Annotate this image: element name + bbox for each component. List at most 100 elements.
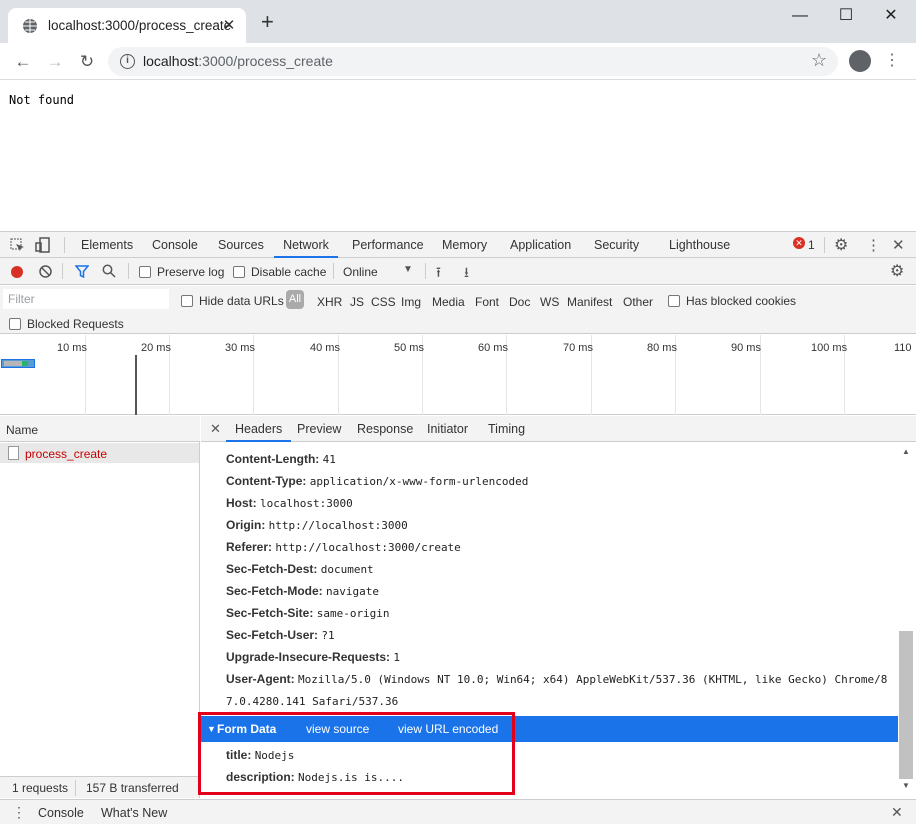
filter-type-css[interactable]: CSS bbox=[371, 295, 396, 309]
throttling-select[interactable]: Online bbox=[343, 265, 378, 279]
timeline-tick-label: 10 ms bbox=[57, 342, 87, 354]
maximize-icon[interactable]: ☐ bbox=[831, 4, 861, 28]
header-value: same-origin bbox=[316, 607, 390, 620]
header-row: Referer: http://localhost:3000/create bbox=[226, 540, 461, 554]
tab-network[interactable]: Network bbox=[274, 232, 338, 258]
highlight-annotation-box bbox=[198, 712, 515, 795]
has-blocked-cookies-checkbox[interactable] bbox=[668, 295, 680, 307]
request-row[interactable]: process_create bbox=[0, 443, 199, 463]
header-row: Sec-Fetch-Dest: document bbox=[226, 562, 374, 576]
tab-lighthouse[interactable]: Lighthouse bbox=[669, 232, 730, 258]
globe-icon bbox=[23, 19, 37, 33]
network-settings-gear-icon[interactable]: ⚙ bbox=[890, 261, 904, 281]
tab-elements[interactable]: Elements bbox=[81, 232, 133, 258]
header-row-continuation: 7.0.4280.141 Safari/537.36 bbox=[226, 694, 398, 708]
reload-icon[interactable]: ↻ bbox=[75, 50, 99, 74]
hide-data-urls-label: Hide data URLs bbox=[199, 294, 284, 308]
url-text: localhost:3000/process_create bbox=[143, 53, 333, 69]
close-detail-icon[interactable]: ✕ bbox=[210, 421, 221, 437]
tab-initiator[interactable]: Initiator bbox=[427, 416, 468, 442]
error-icon[interactable]: ✕ bbox=[793, 237, 805, 249]
close-drawer-icon[interactable]: ✕ bbox=[891, 804, 903, 821]
timeline-tick-label: 100 ms bbox=[811, 342, 848, 354]
header-name: Sec-Fetch-Mode: bbox=[226, 584, 323, 598]
network-status-bar: 1 requests 157 B transferred bbox=[0, 776, 200, 798]
tab-application[interactable]: Application bbox=[510, 232, 571, 258]
close-devtools-icon[interactable]: ✕ bbox=[892, 236, 905, 254]
filter-icon[interactable] bbox=[75, 265, 89, 278]
tab-security[interactable]: Security bbox=[594, 232, 639, 258]
forward-icon[interactable]: → bbox=[43, 50, 67, 74]
settings-gear-icon[interactable]: ⚙ bbox=[834, 235, 848, 255]
profile-avatar-icon[interactable] bbox=[849, 50, 871, 72]
clear-icon[interactable] bbox=[39, 265, 52, 278]
header-name: Sec-Fetch-User: bbox=[226, 628, 319, 642]
hide-data-urls-checkbox[interactable] bbox=[181, 295, 193, 307]
header-value: navigate bbox=[326, 585, 380, 598]
scroll-down-icon[interactable]: ▼ bbox=[902, 781, 910, 790]
new-tab-icon[interactable]: + bbox=[261, 11, 274, 33]
network-overview-timeline[interactable]: 10 ms 20 ms 30 ms 40 ms 50 ms 60 ms 70 m… bbox=[0, 335, 916, 415]
filter-type-js[interactable]: JS bbox=[350, 295, 364, 309]
drawer-tab-whats-new[interactable]: What's New bbox=[101, 800, 167, 824]
filter-type-font[interactable]: Font bbox=[475, 295, 499, 309]
address-bar[interactable]: i localhost:3000/process_create ☆ bbox=[108, 47, 838, 76]
tab-close-icon[interactable]: ✕ bbox=[220, 16, 238, 34]
drawer-tab-console[interactable]: Console bbox=[28, 800, 94, 824]
preserve-log-label: Preserve log bbox=[157, 265, 225, 279]
header-row: User-Agent: Mozilla/5.0 (Windows NT 10.0… bbox=[226, 672, 896, 686]
filter-bar: Filter Hide data URLs All XHR JS CSS Img… bbox=[0, 286, 916, 334]
tab-sources[interactable]: Sources bbox=[218, 232, 264, 258]
export-har-icon[interactable]: ⭳ bbox=[464, 262, 469, 286]
filter-input[interactable]: Filter bbox=[3, 289, 169, 309]
header-row: Content-Type: application/x-www-form-url… bbox=[226, 474, 528, 488]
filter-type-xhr[interactable]: XHR bbox=[317, 295, 342, 309]
tab-preview[interactable]: Preview bbox=[297, 416, 341, 442]
header-row: Host: localhost:3000 bbox=[226, 496, 353, 510]
detail-scrollbar[interactable] bbox=[899, 631, 913, 779]
header-row: Sec-Fetch-Mode: navigate bbox=[226, 584, 379, 598]
header-name: Origin: bbox=[226, 518, 266, 532]
back-icon[interactable]: ← bbox=[11, 50, 35, 74]
disable-cache-label: Disable cache bbox=[251, 265, 327, 279]
blocked-requests-checkbox[interactable] bbox=[9, 318, 21, 330]
filter-type-media[interactable]: Media bbox=[432, 295, 465, 309]
tab-timing[interactable]: Timing bbox=[488, 416, 525, 442]
disable-cache-checkbox[interactable] bbox=[233, 266, 245, 278]
import-har-icon[interactable]: ⭱ bbox=[436, 262, 441, 286]
info-icon[interactable]: i bbox=[120, 54, 135, 69]
search-icon[interactable] bbox=[102, 264, 116, 278]
browser-tab[interactable]: localhost:3000/process_create ✕ bbox=[8, 8, 246, 43]
filter-type-all[interactable]: All bbox=[286, 290, 304, 309]
tab-memory[interactable]: Memory bbox=[442, 232, 487, 258]
filter-type-img[interactable]: Img bbox=[401, 295, 421, 309]
scroll-up-icon[interactable]: ▲ bbox=[902, 447, 910, 456]
has-blocked-cookies-label: Has blocked cookies bbox=[686, 294, 797, 308]
filter-type-manifest[interactable]: Manifest bbox=[567, 295, 612, 309]
header-value-continued: 7.0.4280.141 Safari/537.36 bbox=[226, 695, 399, 708]
close-window-icon[interactable]: ✕ bbox=[876, 4, 906, 28]
tab-headers[interactable]: Headers bbox=[226, 416, 292, 442]
bookmark-star-icon[interactable]: ☆ bbox=[811, 50, 827, 71]
tab-console[interactable]: Console bbox=[152, 232, 198, 258]
timeline-tick-label: 30 ms bbox=[225, 342, 255, 354]
devtools-menu-icon[interactable]: ⋮ bbox=[866, 236, 881, 254]
name-column-header[interactable]: Name bbox=[0, 416, 200, 442]
record-icon[interactable] bbox=[11, 266, 23, 278]
filter-type-doc[interactable]: Doc bbox=[509, 295, 530, 309]
url-host: localhost bbox=[143, 53, 199, 69]
inspect-element-icon[interactable] bbox=[10, 238, 25, 253]
tab-response[interactable]: Response bbox=[357, 416, 413, 442]
tab-performance[interactable]: Performance bbox=[352, 232, 424, 258]
timeline-tick-label: 50 ms bbox=[394, 342, 424, 354]
chevron-down-icon[interactable]: ▼ bbox=[403, 264, 413, 275]
header-value: application/x-www-form-urlencoded bbox=[309, 475, 529, 488]
filter-type-ws[interactable]: WS bbox=[540, 295, 559, 309]
browser-menu-icon[interactable]: ⋮ bbox=[884, 51, 900, 71]
page-content: Not found bbox=[0, 81, 916, 231]
filter-type-other[interactable]: Other bbox=[623, 295, 653, 309]
drawer-menu-icon[interactable]: ⋮ bbox=[12, 804, 26, 821]
preserve-log-checkbox[interactable] bbox=[139, 266, 151, 278]
minimize-icon[interactable]: — bbox=[785, 4, 815, 28]
device-toolbar-icon[interactable] bbox=[35, 237, 51, 253]
